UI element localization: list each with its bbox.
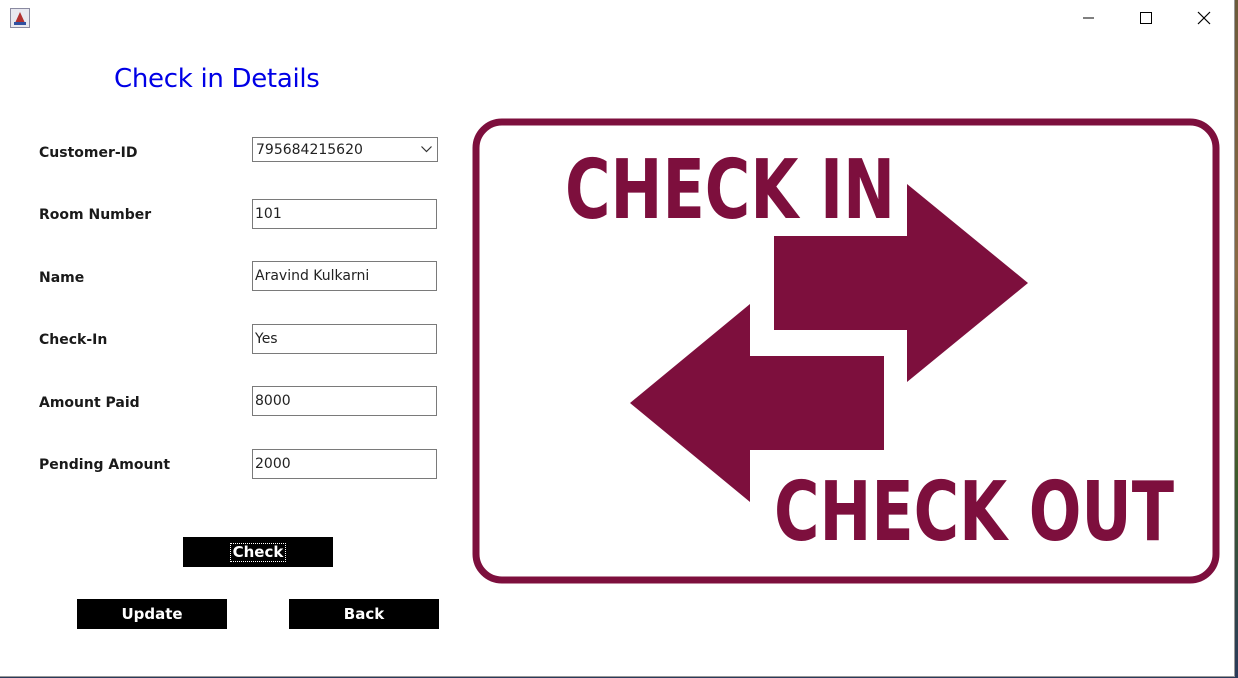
close-icon: [1197, 11, 1211, 25]
name-input[interactable]: [252, 261, 437, 291]
check-button[interactable]: Check: [183, 537, 333, 567]
minimize-button[interactable]: [1060, 0, 1118, 36]
amount-paid-input[interactable]: [252, 386, 437, 416]
check-in-input[interactable]: [252, 324, 437, 354]
pending-amount-label: Pending Amount: [39, 457, 171, 473]
customer-id-label: Customer-ID: [39, 145, 138, 161]
name-label: Name: [39, 270, 85, 286]
check-in-label: Check-In: [39, 332, 108, 348]
check-in-text: CHECK IN: [565, 143, 895, 238]
customer-id-value: 795684215620: [256, 141, 363, 158]
chevron-down-icon: [415, 146, 437, 153]
back-button[interactable]: Back: [289, 599, 439, 629]
title-bar: [0, 0, 1234, 36]
minimize-icon: [1083, 17, 1094, 19]
room-number-label: Room Number: [39, 207, 152, 223]
check-in-check-out-sign: CHECK IN CHECK OUT: [472, 118, 1220, 584]
page-title: Check in Details: [114, 64, 320, 94]
app-window: Check in Details Customer-ID 79568421562…: [0, 0, 1235, 677]
amount-paid-label: Amount Paid: [39, 395, 140, 411]
close-button[interactable]: [1175, 0, 1233, 36]
maximize-button[interactable]: [1117, 0, 1175, 36]
maximize-icon: [1140, 12, 1152, 24]
customer-id-select[interactable]: 795684215620: [252, 137, 438, 162]
check-out-text: CHECK OUT: [774, 465, 1174, 560]
check-button-label: Check: [229, 542, 287, 562]
pending-amount-input[interactable]: [252, 449, 437, 479]
update-button[interactable]: Update: [77, 599, 227, 629]
room-number-input[interactable]: [252, 199, 437, 229]
java-app-icon: [10, 8, 30, 28]
